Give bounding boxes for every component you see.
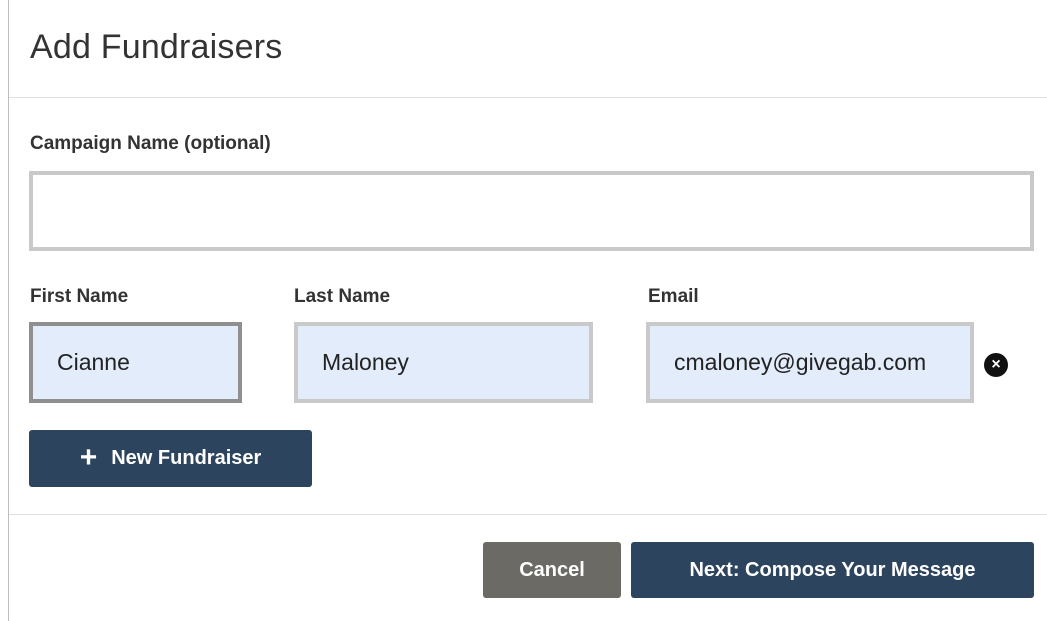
new-fundraiser-label: New Fundraiser	[111, 447, 262, 469]
first-name-input[interactable]	[29, 322, 242, 403]
cancel-button[interactable]: Cancel	[483, 542, 621, 598]
campaign-name-input[interactable]	[29, 171, 1034, 251]
last-name-label: Last Name	[294, 286, 391, 307]
email-input[interactable]	[646, 322, 974, 403]
modal-header: Add Fundraisers	[9, 0, 1047, 98]
first-name-label: First Name	[30, 286, 129, 307]
footer-divider	[9, 514, 1047, 515]
modal-title: Add Fundraisers	[30, 28, 283, 66]
add-fundraisers-modal: Add Fundraisers Campaign Name (optional)…	[8, 0, 1047, 621]
campaign-name-label: Campaign Name (optional)	[30, 133, 271, 154]
last-name-input[interactable]	[294, 322, 593, 403]
next-compose-message-button[interactable]: Next: Compose Your Message	[631, 542, 1034, 598]
new-fundraiser-button[interactable]: + New Fundraiser	[29, 430, 312, 487]
remove-fundraiser-icon[interactable]: ×	[984, 353, 1008, 377]
plus-icon: +	[79, 440, 98, 474]
email-label: Email	[648, 286, 699, 307]
